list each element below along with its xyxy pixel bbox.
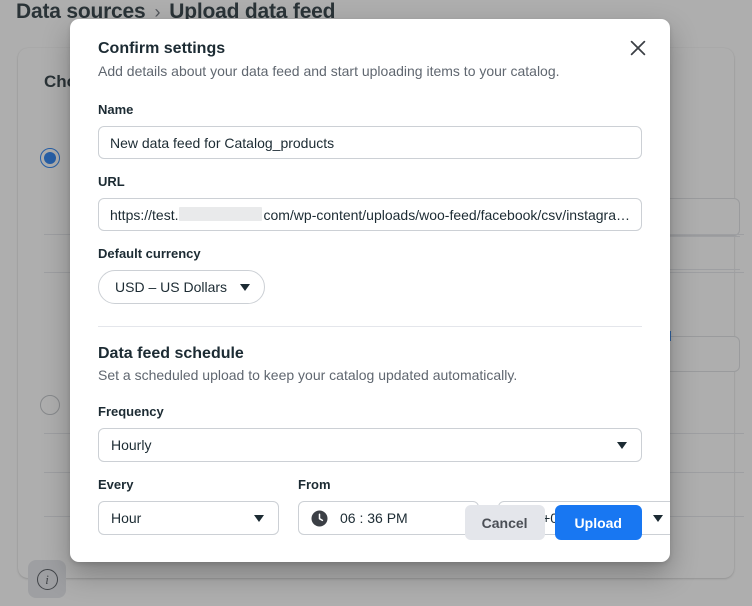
url-redaction-block xyxy=(179,207,262,221)
frequency-select-value: Hourly xyxy=(111,437,151,453)
chevron-down-icon xyxy=(240,284,250,291)
frequency-select[interactable]: Hourly xyxy=(98,428,642,462)
chevron-down-icon xyxy=(254,515,264,522)
currency-select[interactable]: USD – US Dollars xyxy=(98,270,265,304)
radio-url-selected[interactable] xyxy=(40,148,60,168)
close-button[interactable] xyxy=(624,34,652,62)
from-label: From xyxy=(298,477,670,493)
every-select[interactable]: Hour xyxy=(98,501,279,535)
upload-button[interactable]: Upload xyxy=(555,505,642,540)
schedule-section-subtitle: Set a scheduled upload to keep your cata… xyxy=(98,366,642,385)
name-label: Name xyxy=(98,102,642,118)
every-label: Every xyxy=(98,477,279,493)
close-icon xyxy=(630,40,646,56)
schedule-section-title: Data feed schedule xyxy=(98,344,642,364)
currency-select-value: USD – US Dollars xyxy=(115,279,227,295)
dialog-title: Confirm settings xyxy=(98,39,642,59)
chevron-down-icon xyxy=(617,442,627,449)
dialog-subtitle: Add details about your data feed and sta… xyxy=(98,62,642,81)
confirm-settings-dialog: Confirm settings Add details about your … xyxy=(70,19,670,562)
url-input[interactable]: https://test. com/wp-content/uploads/woo-… xyxy=(98,198,642,231)
radio-file-unselected[interactable] xyxy=(40,395,60,415)
dialog-actions: Cancel Upload xyxy=(465,505,642,540)
url-prefix: https://test. xyxy=(110,207,178,223)
clock-icon xyxy=(311,510,328,527)
from-time-value: 06 : 36 PM xyxy=(340,510,408,526)
name-input-value: New data feed for Catalog_products xyxy=(110,135,334,151)
info-button[interactable]: i xyxy=(28,560,66,598)
cancel-button[interactable]: Cancel xyxy=(465,505,545,540)
from-time-input[interactable]: 06 : 36 PM xyxy=(298,501,479,535)
every-field-group: Every Hour xyxy=(98,477,279,535)
url-suffix: com/wp-content/uploads/woo-feed/facebook… xyxy=(263,207,630,223)
section-divider xyxy=(98,326,642,327)
chevron-down-icon xyxy=(653,515,663,522)
currency-label: Default currency xyxy=(98,246,642,262)
info-icon: i xyxy=(37,569,58,590)
frequency-label: Frequency xyxy=(98,404,642,420)
url-label: URL xyxy=(98,174,642,190)
every-select-value: Hour xyxy=(111,510,141,526)
name-input[interactable]: New data feed for Catalog_products xyxy=(98,126,642,159)
